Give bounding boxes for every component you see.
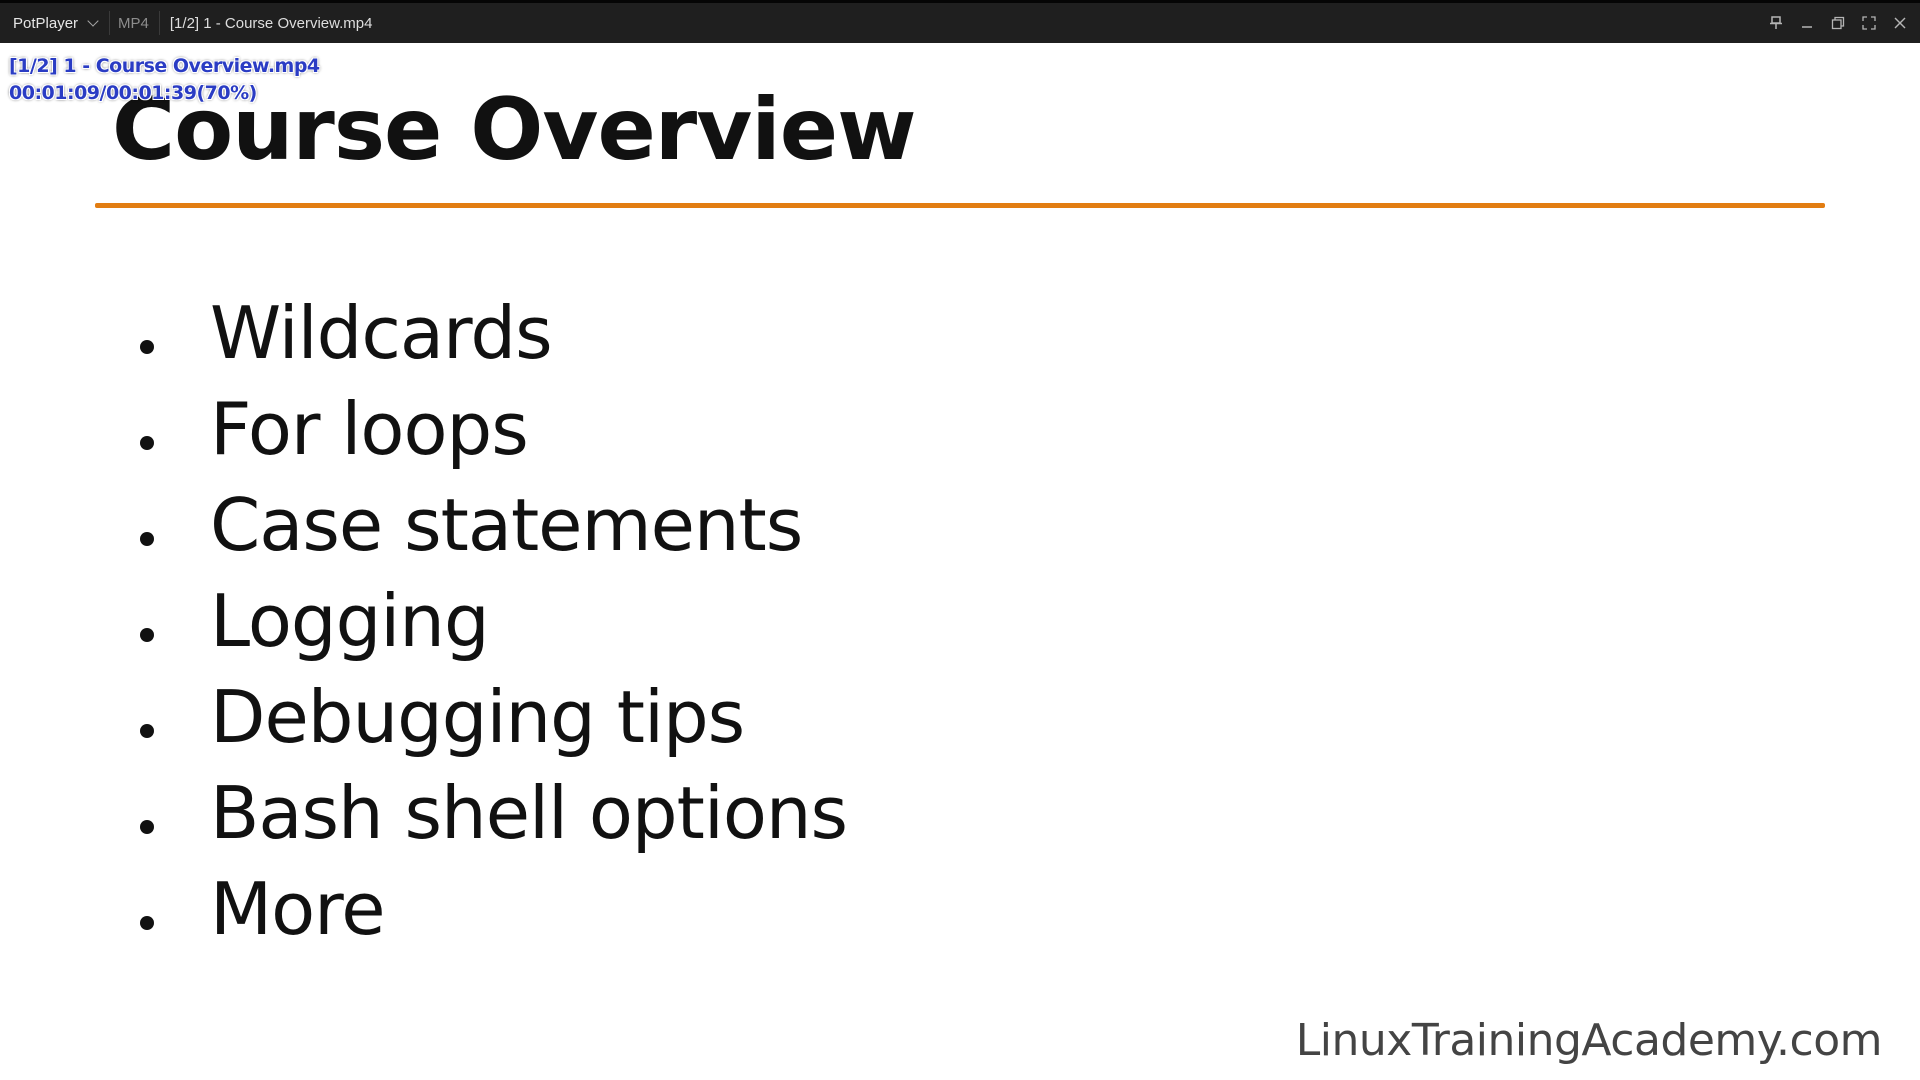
fullscreen-button[interactable] bbox=[1859, 13, 1879, 33]
minimize-icon bbox=[1802, 26, 1812, 28]
minimize-button[interactable] bbox=[1797, 13, 1817, 33]
list-item: Bash shell options bbox=[140, 765, 848, 861]
bullet-dot-icon bbox=[140, 724, 154, 738]
bullet-text: More bbox=[210, 867, 385, 951]
video-frame[interactable]: Course Overview Wildcards For loops Case… bbox=[0, 43, 1920, 1080]
bullet-text: Case statements bbox=[210, 483, 803, 567]
osd-overlay: [1/2] 1 - Course Overview.mp4 00:01:09/0… bbox=[9, 53, 320, 107]
bullet-text: Debugging tips bbox=[210, 675, 745, 759]
bullet-text: Logging bbox=[210, 579, 490, 663]
window-controls bbox=[1766, 3, 1910, 43]
list-item: Logging bbox=[140, 573, 847, 669]
chevron-down-icon bbox=[87, 15, 99, 27]
bullet-list: Wildcards For loops Case statements Logg… bbox=[140, 285, 848, 957]
potplayer-window: PotPlayer MP4 [1/2] 1 - Course Overview.… bbox=[0, 0, 1920, 1080]
bullet-dot-icon bbox=[140, 532, 154, 546]
list-item: More bbox=[140, 861, 847, 957]
pin-button[interactable] bbox=[1766, 13, 1786, 33]
bullet-dot-icon bbox=[140, 340, 154, 354]
window-title: [1/2] 1 - Course Overview.mp4 bbox=[169, 14, 373, 32]
bullet-dot-icon bbox=[140, 820, 154, 834]
list-item: For loops bbox=[140, 381, 847, 477]
bullet-dot-icon bbox=[140, 916, 154, 930]
bullet-text: Bash shell options bbox=[210, 771, 848, 855]
title-separator bbox=[109, 11, 111, 35]
bullet-text: For loops bbox=[210, 387, 529, 471]
close-icon bbox=[1894, 17, 1906, 29]
bullet-text: Wildcards bbox=[210, 291, 553, 375]
app-menu-button[interactable]: PotPlayer bbox=[0, 3, 99, 43]
title-bar: PotPlayer MP4 [1/2] 1 - Course Overview.… bbox=[0, 0, 1920, 43]
restore-button[interactable] bbox=[1828, 13, 1848, 33]
title-underline bbox=[95, 203, 1825, 208]
list-item: Wildcards bbox=[140, 285, 847, 381]
list-item: Case statements bbox=[140, 477, 847, 573]
osd-filename: [1/2] 1 - Course Overview.mp4 bbox=[9, 55, 320, 77]
bullet-dot-icon bbox=[140, 436, 154, 450]
title-separator bbox=[158, 11, 160, 35]
bullet-dot-icon bbox=[140, 628, 154, 642]
close-button[interactable] bbox=[1890, 13, 1910, 33]
fullscreen-icon bbox=[1862, 16, 1876, 30]
osd-playback-time: 00:01:09/00:01:39(70%) bbox=[9, 82, 257, 104]
list-item: Debugging tips bbox=[140, 669, 847, 765]
app-name: PotPlayer bbox=[13, 14, 79, 32]
pin-icon bbox=[1770, 16, 1782, 29]
format-label: MP4 bbox=[118, 14, 149, 32]
restore-icon bbox=[1831, 16, 1845, 30]
slide-watermark: LinuxTrainingAcademy.com bbox=[1295, 1015, 1883, 1066]
